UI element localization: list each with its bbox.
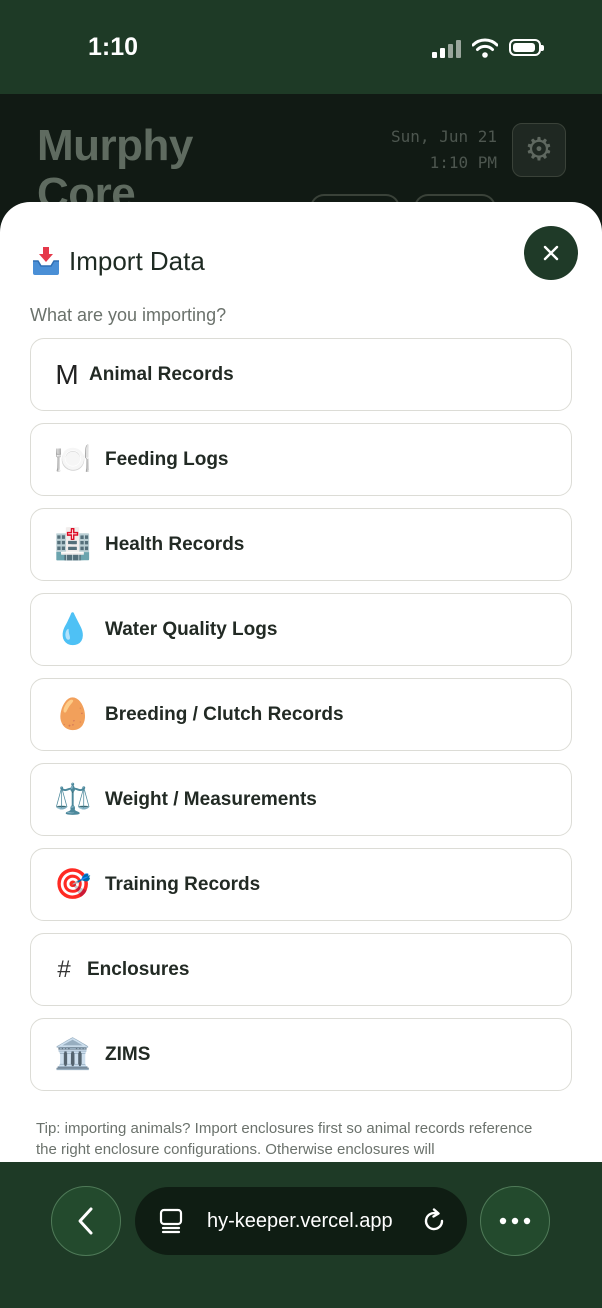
tabs-icon (159, 1208, 183, 1234)
reload-icon[interactable] (421, 1208, 447, 1234)
option-zims[interactable]: 🏛️ ZIMS (30, 1018, 572, 1091)
option-label: Enclosures (87, 958, 190, 980)
option-label: Weight / Measurements (105, 788, 317, 810)
import-options-list: M Animal Records 🍽️ Feeding Logs 🏥 Healt… (30, 338, 572, 1103)
address-bar[interactable]: hy-keeper.vercel.app (135, 1187, 467, 1255)
import-prompt: What are you importing? (30, 305, 227, 325)
battery-icon (509, 39, 544, 56)
close-button[interactable] (524, 226, 578, 280)
scales-icon: ⚖️ (54, 783, 92, 816)
import-data-modal: Import Data What are you importing? M An… (0, 202, 602, 1162)
chevron-left-icon (78, 1207, 93, 1235)
hash-icon: # (57, 955, 71, 983)
app-datetime: Sun, Jun 21 1:10 PM (391, 124, 497, 176)
modal-title: Import Data (69, 245, 205, 276)
status-bar: 1:10 (0, 0, 602, 94)
option-animal-records[interactable]: M Animal Records (30, 338, 572, 411)
hospital-icon: 🏥 (54, 528, 92, 561)
wifi-icon (472, 38, 498, 58)
option-health-records[interactable]: 🏥 Health Records (30, 508, 572, 581)
option-label: Breeding / Clutch Records (105, 703, 344, 725)
url-text: hy-keeper.vercel.app (207, 1210, 393, 1232)
option-weight-measurements[interactable]: ⚖️ Weight / Measurements (30, 763, 572, 836)
option-feeding-logs[interactable]: 🍽️ Feeding Logs (30, 423, 572, 496)
plate-cutlery-icon: 🍽️ (54, 443, 92, 476)
option-enclosures[interactable]: # Enclosures (30, 933, 572, 1006)
app-date: Sun, Jun 21 (391, 127, 497, 146)
option-label: Health Records (105, 533, 245, 555)
egg-icon: 🥚 (54, 698, 92, 731)
cellular-signal-icon (432, 40, 462, 58)
app-time: 1:10 PM (429, 153, 497, 172)
classical-building-icon: 🏛️ (54, 1038, 92, 1071)
option-label: Water Quality Logs (105, 618, 278, 640)
option-label: Animal Records (89, 363, 234, 385)
water-drop-icon: 💧 (54, 613, 92, 646)
import-tip: Tip: importing animals? Import enclosure… (36, 1120, 533, 1158)
browser-toolbar: hy-keeper.vercel.app (0, 1162, 602, 1308)
close-icon (543, 245, 559, 261)
modal-header: Import Data (30, 244, 205, 278)
status-time: 1:10 (88, 33, 139, 61)
gear-icon[interactable]: ⚙ (512, 123, 566, 177)
target-icon: 🎯 (54, 868, 92, 901)
option-label: Feeding Logs (105, 448, 229, 470)
option-label: Training Records (105, 873, 261, 895)
more-options-button[interactable] (480, 1186, 550, 1256)
option-water-quality-logs[interactable]: 💧 Water Quality Logs (30, 593, 572, 666)
ellipsis-icon (499, 1217, 531, 1225)
option-breeding-clutch-records[interactable]: 🥚 Breeding / Clutch Records (30, 678, 572, 751)
letter-m-icon: M (55, 358, 79, 390)
option-label: ZIMS (105, 1043, 151, 1065)
inbox-tray-icon (33, 247, 59, 275)
option-training-records[interactable]: 🎯 Training Records (30, 848, 572, 921)
back-button[interactable] (51, 1186, 121, 1256)
